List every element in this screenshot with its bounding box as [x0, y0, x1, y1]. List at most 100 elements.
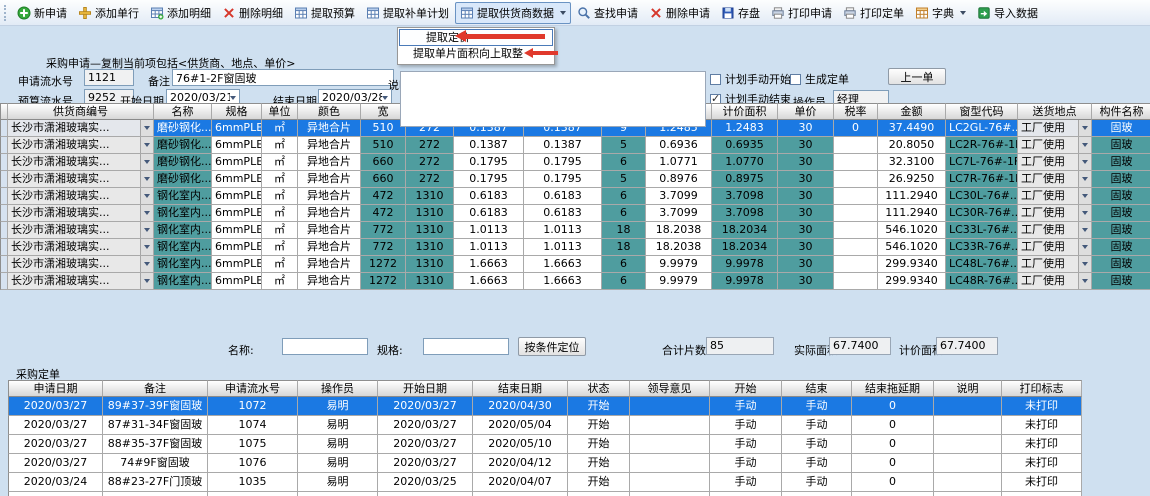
cell[interactable]: 固玻 [1092, 256, 1150, 273]
cell[interactable]: 87#31-34F窗固玻 [103, 416, 208, 435]
cell[interactable] [208, 492, 298, 496]
cell[interactable]: 1310 [406, 222, 454, 239]
cell[interactable]: 1.0113 [454, 239, 524, 256]
cell[interactable]: 510 [361, 137, 406, 154]
cell[interactable]: 0.8975 [712, 171, 778, 188]
cell[interactable]: 0.6183 [454, 205, 524, 222]
cell[interactable] [834, 205, 878, 222]
cell[interactable]: 272 [406, 154, 454, 171]
cell[interactable]: LC48R-76#... [946, 273, 1018, 290]
cell[interactable] [630, 492, 710, 496]
cell[interactable]: 磨砂钢化... [154, 137, 212, 154]
cell[interactable]: 1076 [208, 454, 298, 473]
detail-table-row[interactable]: 长沙市潇湘玻璃实...磨砂钢化...6mmPLE...㎡异地合片5102720.… [0, 137, 1150, 154]
cell[interactable]: 6mmPLE... [212, 273, 262, 290]
cell[interactable]: 30 [778, 188, 834, 205]
cell[interactable]: 固玻 [1092, 154, 1150, 171]
cell[interactable]: 1310 [406, 205, 454, 222]
cell[interactable]: 2020/05/10 [473, 435, 568, 454]
cell[interactable]: ㎡ [262, 239, 298, 256]
cell[interactable]: 18.2034 [712, 239, 778, 256]
cell[interactable]: 磨砂钢化... [154, 120, 212, 137]
cell[interactable]: 手动 [782, 416, 852, 435]
cell[interactable]: 2020/04/30 [473, 397, 568, 416]
cell[interactable] [834, 273, 878, 290]
cell[interactable]: 18 [602, 239, 646, 256]
cell[interactable]: 30 [778, 171, 834, 188]
order-table-row[interactable]: 2020/03/2788#35-37F窗固玻1075易明2020/03/2720… [8, 435, 1082, 454]
cell[interactable]: 89#37-39F窗固玻 [103, 397, 208, 416]
cell[interactable] [834, 222, 878, 239]
toolbar-button-save[interactable]: 存盘 [716, 2, 765, 24]
cell[interactable]: 工厂使用 [1018, 273, 1092, 290]
cell[interactable]: 长沙市潇湘玻璃实... [8, 205, 154, 222]
cell[interactable] [8, 492, 103, 496]
cell[interactable]: 开始 [568, 473, 630, 492]
cell[interactable]: 1074 [208, 416, 298, 435]
cell[interactable]: 5 [602, 137, 646, 154]
cell[interactable]: 6 [602, 188, 646, 205]
cell[interactable]: 0.1795 [454, 171, 524, 188]
cell[interactable]: 0.6935 [712, 137, 778, 154]
cell[interactable]: 固玻 [1092, 171, 1150, 188]
cell[interactable]: LC30R-76#... [946, 205, 1018, 222]
cell[interactable]: 开始 [568, 454, 630, 473]
cell[interactable]: 6mmPLE... [212, 205, 262, 222]
cell[interactable]: 30 [778, 137, 834, 154]
cell[interactable]: 工厂使用 [1018, 154, 1092, 171]
cell[interactable]: ㎡ [262, 188, 298, 205]
combo-arrow-icon[interactable] [140, 188, 153, 204]
cell[interactable] [934, 416, 1002, 435]
cell[interactable]: 6 [602, 256, 646, 273]
cell[interactable] [834, 154, 878, 171]
cell[interactable] [934, 492, 1002, 496]
cell[interactable] [103, 492, 208, 496]
cell[interactable] [298, 492, 378, 496]
cell[interactable]: 32.3100 [878, 154, 946, 171]
cell[interactable]: 1072 [208, 397, 298, 416]
cell[interactable]: 易明 [298, 397, 378, 416]
cell[interactable]: 0 [852, 473, 934, 492]
cell[interactable]: 772 [361, 222, 406, 239]
order-table-row[interactable]: 2020/03/2488#23-27F门顶玻1035易明2020/03/2520… [8, 473, 1082, 492]
cell[interactable]: 2020/03/27 [8, 416, 103, 435]
cell[interactable]: 1272 [361, 256, 406, 273]
cell[interactable]: 20.8050 [878, 137, 946, 154]
toolbar-button-print-request[interactable]: 打印申请 [766, 2, 837, 24]
name-filter-input[interactable] [282, 338, 368, 355]
cell[interactable]: 异地合片 [298, 205, 361, 222]
cell[interactable]: 9.9979 [646, 273, 712, 290]
combo-arrow-icon[interactable] [1078, 137, 1091, 153]
cell[interactable]: 异地合片 [298, 222, 361, 239]
cell[interactable]: 1075 [208, 435, 298, 454]
combo-arrow-icon[interactable] [1078, 171, 1091, 187]
cell[interactable]: ㎡ [262, 222, 298, 239]
cell[interactable]: 手动 [710, 435, 782, 454]
cell[interactable]: 1035 [208, 473, 298, 492]
cell[interactable] [782, 492, 852, 496]
cell[interactable]: 长沙市潇湘玻璃实... [8, 120, 154, 137]
cell[interactable]: 2020/04/07 [473, 473, 568, 492]
cell[interactable]: 2020/03/25 [378, 473, 473, 492]
toolbar-button-new-request[interactable]: 新申请 [12, 2, 72, 24]
cell[interactable]: 0.1387 [454, 137, 524, 154]
cell[interactable]: 1.0770 [712, 154, 778, 171]
cell[interactable]: 手动 [782, 454, 852, 473]
cell[interactable]: LC30L-76#... [946, 188, 1018, 205]
toolbar-button-dictionary[interactable]: 字典 [910, 2, 971, 24]
generate-order-checkbox[interactable]: 生成定单 [790, 71, 849, 87]
cell[interactable]: 1.2483 [712, 120, 778, 137]
cell[interactable]: 472 [361, 205, 406, 222]
cell[interactable]: 0.8976 [646, 171, 712, 188]
cell[interactable]: 钢化室内... [154, 188, 212, 205]
cell[interactable]: 18.2038 [646, 239, 712, 256]
combo-arrow-icon[interactable] [1078, 120, 1091, 136]
detail-table-row[interactable]: 长沙市潇湘玻璃实...钢化室内...6mmPLE...㎡异地合片77213101… [0, 239, 1150, 256]
cell[interactable]: 30 [778, 239, 834, 256]
order-table-row[interactable]: 2020/03/2774#9F窗固玻1076易明2020/03/272020/0… [8, 454, 1082, 473]
cell[interactable]: ㎡ [262, 120, 298, 137]
cell[interactable]: 9.9978 [712, 273, 778, 290]
cell[interactable]: 6 [602, 205, 646, 222]
cell[interactable]: 6mmPLE... [212, 239, 262, 256]
cell[interactable]: 磨砂钢化... [154, 154, 212, 171]
